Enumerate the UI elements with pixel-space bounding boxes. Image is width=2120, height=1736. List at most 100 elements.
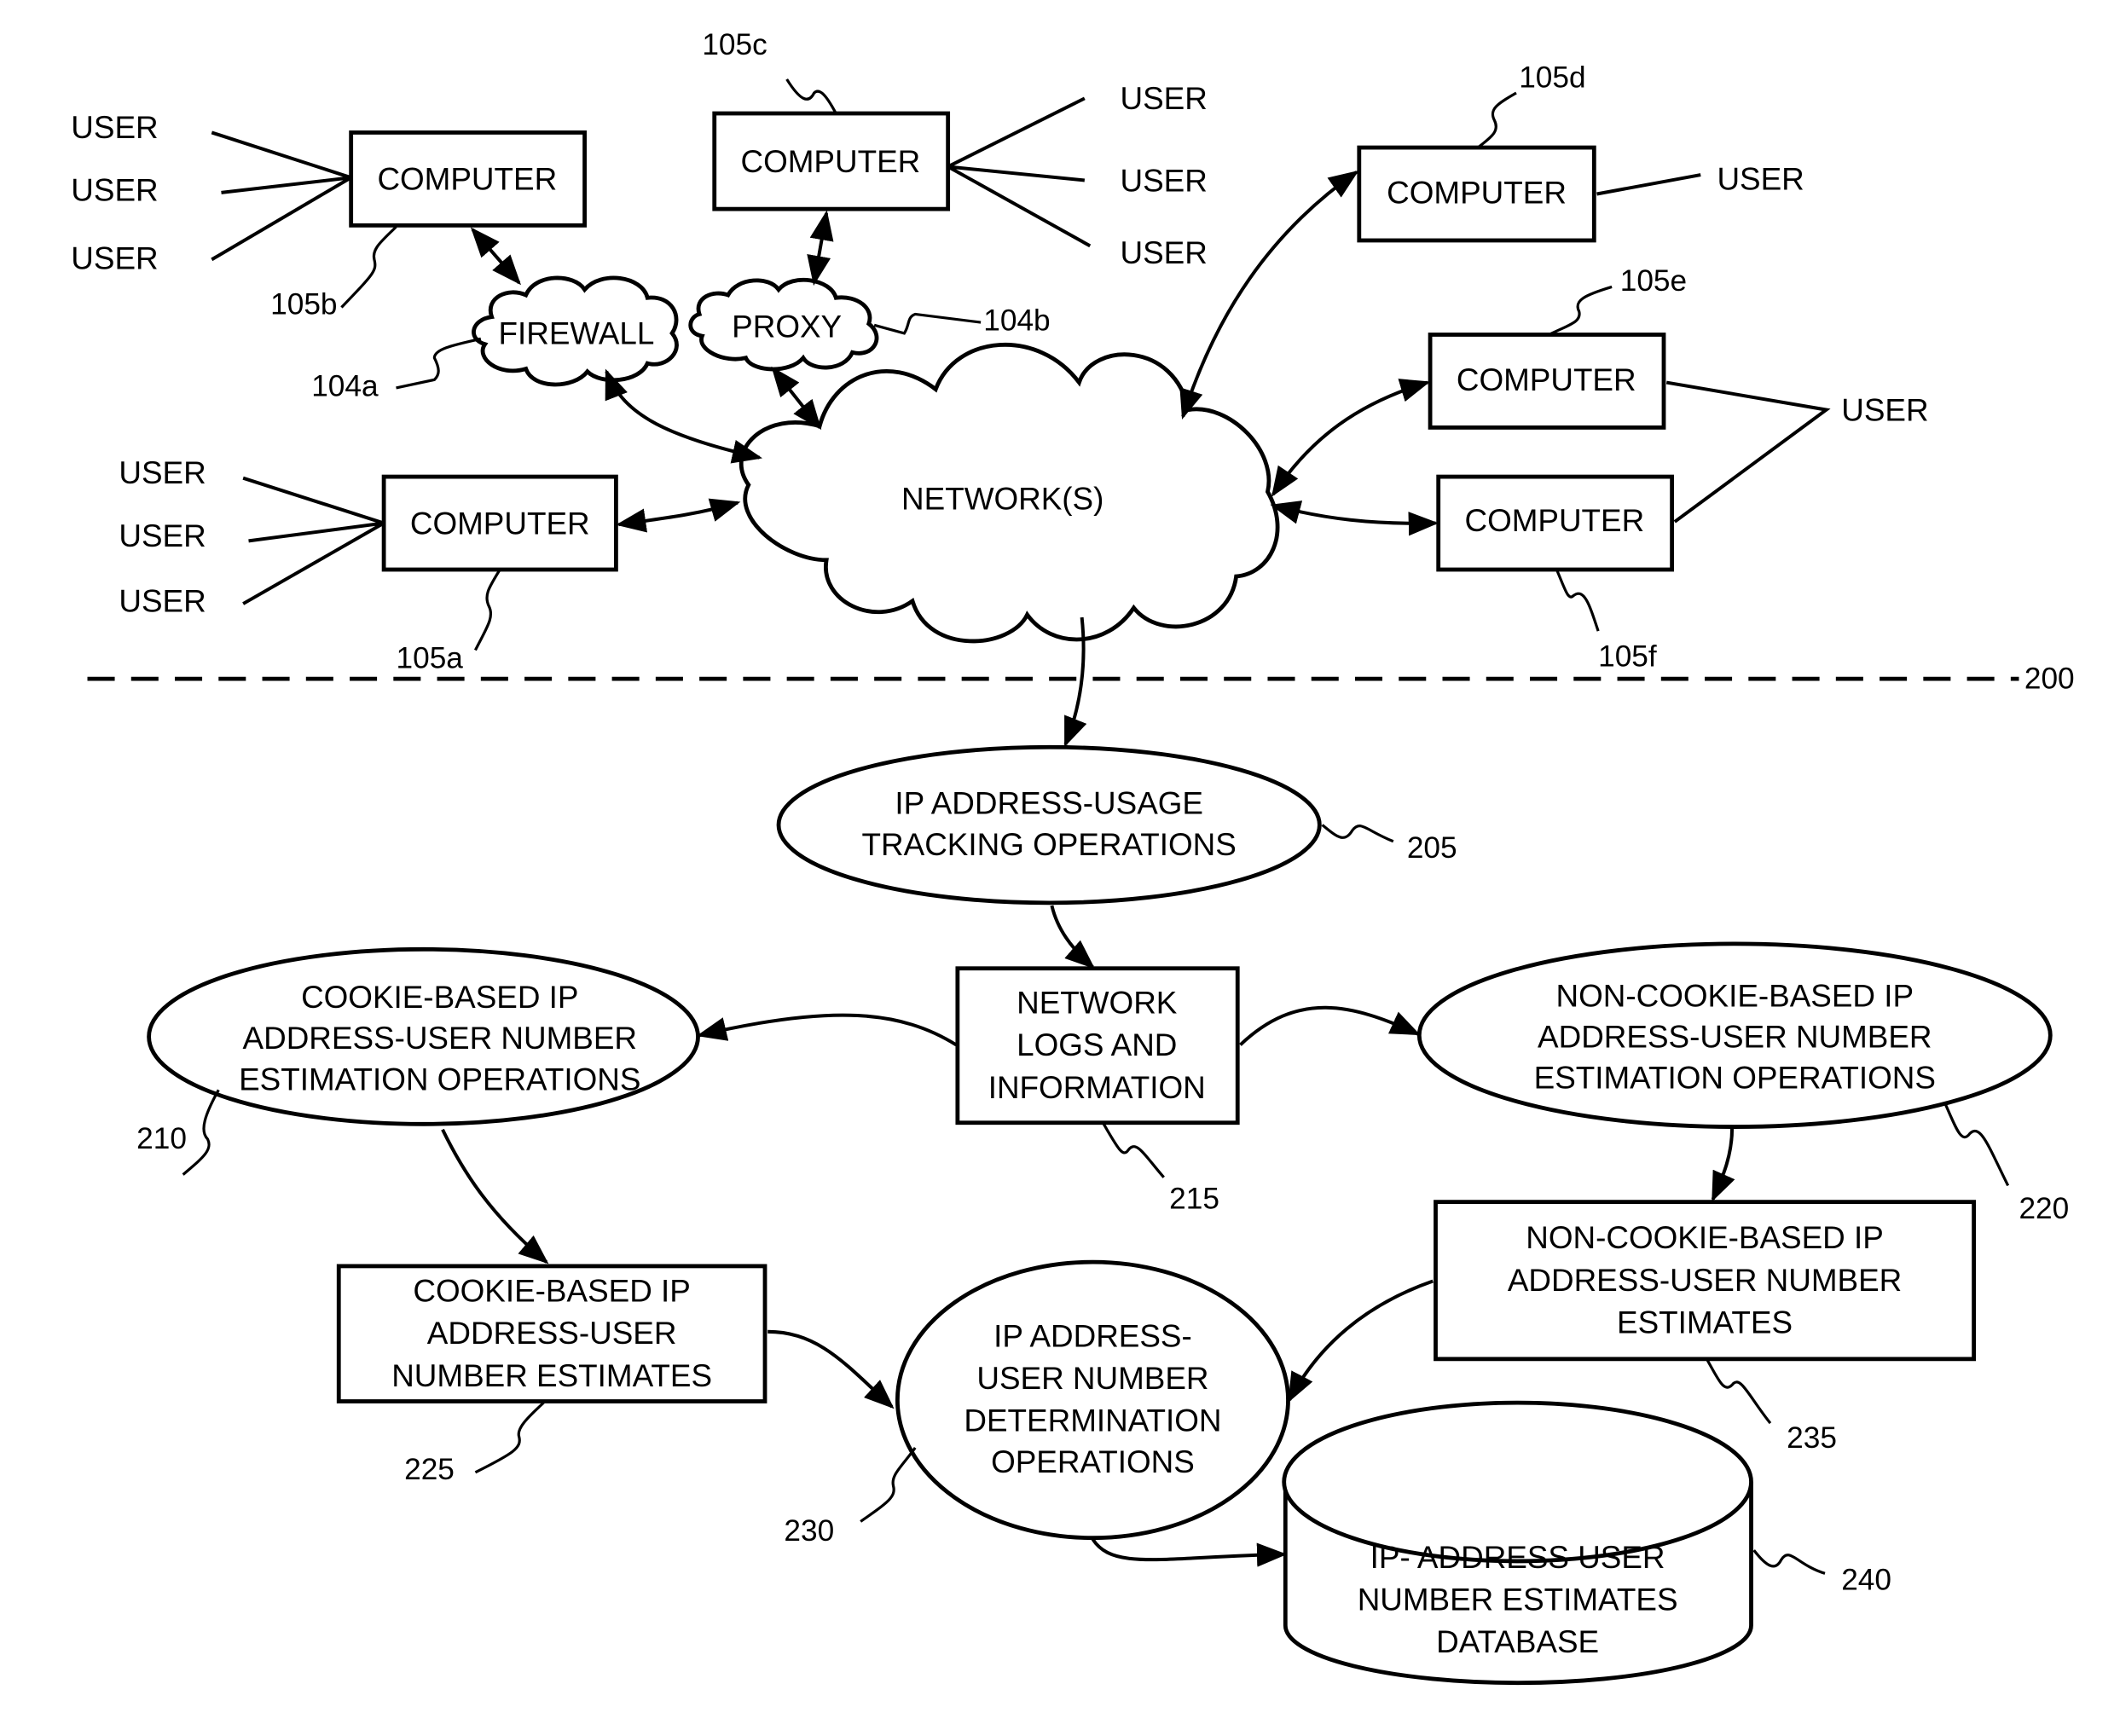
arrow-network-105d [1179, 170, 1359, 420]
logs-line-2: LOGS AND [1017, 1027, 1177, 1062]
computer-105a-ref: 105a [397, 641, 464, 674]
database-ref: 240 [1841, 1564, 1891, 1597]
determination-ref: 230 [784, 1514, 834, 1548]
noncookie-ops-ref: 220 [2019, 1192, 2069, 1225]
user-105b-1: USER [71, 110, 158, 145]
logs-ref: 215 [1169, 1183, 1219, 1216]
user-105b-3: USER [71, 241, 158, 276]
computer-105b-ref: 105b [270, 287, 337, 321]
tracking-line-2: TRACKING OPERATIONS [862, 827, 1237, 862]
cookie-est-line-2: ADDRESS-USER [427, 1316, 677, 1351]
network-label: NETWORK(S) [901, 482, 1103, 517]
user-lines-105b [211, 130, 352, 262]
firewall-cloud: FIREWALL [472, 275, 679, 387]
computer-105f: COMPUTER [1436, 474, 1675, 572]
determination-operations-node: IP ADDRESS- USER NUMBER DETERMINATION OP… [895, 1259, 1290, 1541]
determination-line-2: USER NUMBER [976, 1361, 1208, 1396]
arrow-noncookie-ops-est [1711, 1128, 1735, 1202]
arrow-logs-noncookie-ops [1239, 1005, 1421, 1046]
user-line-105d [1596, 173, 1701, 196]
cookie-ops-ref-leader [182, 1089, 220, 1176]
user-105b-2: USER [71, 173, 158, 208]
tracking-ref: 205 [1407, 831, 1457, 865]
noncookie-ops-line-2: ADDRESS-USER NUMBER [1538, 1020, 1932, 1055]
database-line-1: IP- ADDRESS USER [1370, 1540, 1665, 1575]
proxy-ref-leader [873, 312, 982, 335]
network-logs-node: NETWORK LOGS AND INFORMATION [955, 966, 1240, 1126]
tracking-line-1: IP ADDRESS-USAGE [895, 786, 1203, 821]
user-lines-105a [242, 476, 385, 605]
cookie-ops-line-1: COOKIE-BASED IP [301, 980, 578, 1015]
arrow-logs-cookie-ops [696, 1013, 958, 1047]
user-105d-1: USER [1717, 162, 1804, 197]
network-cloud: NETWORK(S) [739, 343, 1280, 644]
logs-line-1: NETWORK [1017, 986, 1178, 1021]
cookie-est-line-3: NUMBER ESTIMATES [391, 1358, 712, 1393]
database-line-3: DATABASE [1436, 1624, 1599, 1659]
arrow-cookie-ops-est [441, 1128, 549, 1264]
firewall-label: FIREWALL [499, 316, 655, 351]
noncookie-est-line-1: NON-COOKIE-BASED IP [1526, 1220, 1884, 1255]
user-105c-3: USER [1120, 235, 1207, 270]
noncookie-est-ref-leader [1706, 1359, 1772, 1425]
cookie-est-ref: 225 [404, 1453, 455, 1486]
arrow-noncookie-est-determination [1288, 1279, 1434, 1403]
computer-105b: COMPUTER [349, 130, 587, 228]
computer-105a-label: COMPUTER [410, 506, 590, 541]
computer-105c-ref: 105c [702, 28, 767, 61]
arrow-cookie-est-determination [767, 1329, 895, 1409]
determination-line-4: OPERATIONS [991, 1444, 1195, 1479]
user-105a-1: USER [119, 455, 206, 490]
cookie-estimates-node: COOKIE-BASED IP ADDRESS-USER NUMBER ESTI… [336, 1264, 767, 1403]
user-105c-1: USER [1120, 81, 1207, 116]
arrow-proxy-network [771, 366, 822, 431]
noncookie-ops-line-3: ESTIMATION OPERATIONS [1534, 1061, 1936, 1096]
arrow-105c-proxy [807, 210, 834, 286]
arrow-105b-firewall [470, 227, 522, 286]
computer-105d-ref: 105d [1519, 61, 1585, 95]
proxy-cloud: PROXY [688, 277, 879, 372]
noncookie-est-ref: 235 [1787, 1421, 1837, 1455]
computer-105f-ref: 105f [1598, 640, 1657, 674]
cookie-ops-line-2: ADDRESS-USER NUMBER [243, 1021, 637, 1056]
firewall-ref-leader [396, 337, 482, 390]
computer-105e-label: COMPUTER [1457, 362, 1636, 397]
arrow-network-105f [1270, 501, 1439, 536]
computer-105d-ref-leader [1477, 91, 1517, 149]
noncookie-ops-ref-leader [1943, 1102, 2010, 1187]
proxy-ref: 104b [983, 304, 1050, 338]
noncookie-est-line-2: ADDRESS-USER NUMBER [1508, 1263, 1902, 1298]
cookie-estimation-operations-node: COOKIE-BASED IP ADDRESS-USER NUMBER ESTI… [147, 946, 700, 1126]
user-105a-3: USER [119, 584, 206, 619]
patent-diagram: NETWORK(S) FIREWALL 104a PROXY 104b COMP… [71, 28, 2075, 1686]
noncookie-est-line-3: ESTIMATES [1617, 1305, 1793, 1340]
computer-105f-ref-leader [1555, 570, 1600, 632]
computer-105d: COMPUTER [1357, 145, 1596, 243]
tracking-operations-node: IP ADDRESS-USAGE TRACKING OPERATIONS [776, 744, 1322, 906]
divider-ref: 200 [2024, 662, 2075, 695]
user-shared: USER [1841, 392, 1928, 427]
proxy-label: PROXY [732, 310, 842, 344]
arrow-firewall-network [605, 368, 763, 464]
computer-105f-label: COMPUTER [1464, 503, 1644, 538]
noncookie-estimates-node: NON-COOKIE-BASED IP ADDRESS-USER NUMBER … [1434, 1200, 1977, 1362]
computer-105a: COMPUTER [381, 474, 618, 572]
firewall-ref: 104a [311, 370, 379, 403]
computer-105b-label: COMPUTER [377, 162, 557, 197]
arrow-tracking-logs [1050, 905, 1096, 969]
user-lines-shared [1665, 380, 1831, 524]
computer-105c-ref-leader [785, 78, 837, 114]
computer-105d-label: COMPUTER [1387, 176, 1567, 211]
cookie-ops-line-3: ESTIMATION OPERATIONS [239, 1062, 640, 1097]
cookie-est-line-1: COOKIE-BASED IP [413, 1274, 690, 1309]
database-line-2: NUMBER ESTIMATES [1358, 1583, 1678, 1617]
logs-ref-leader [1102, 1123, 1165, 1178]
arrow-network-105e [1271, 379, 1431, 497]
logs-line-3: INFORMATION [988, 1070, 1206, 1105]
tracking-ref-leader [1321, 824, 1394, 843]
arrow-105a-network [616, 498, 741, 533]
user-105c-2: USER [1120, 163, 1207, 198]
determination-line-3: DETERMINATION [964, 1403, 1221, 1438]
determination-line-1: IP ADDRESS- [993, 1318, 1192, 1353]
computer-105e-ref: 105e [1620, 264, 1687, 298]
